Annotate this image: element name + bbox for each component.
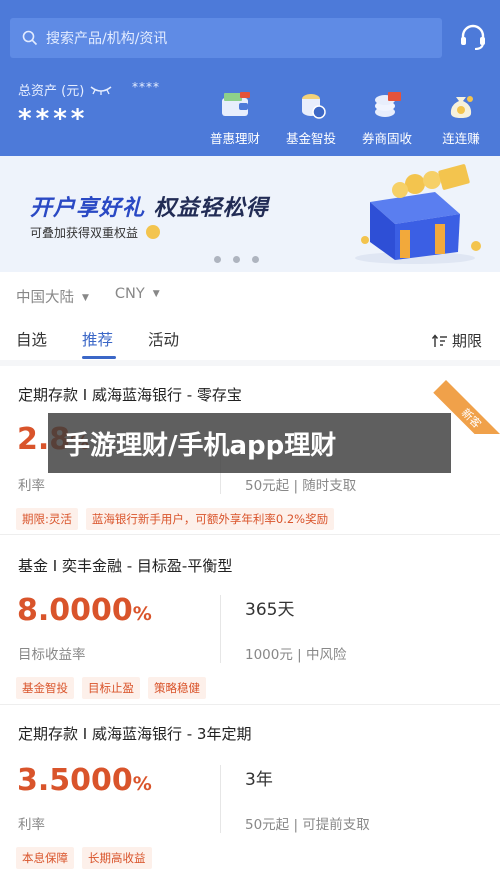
product-term: 365天	[245, 600, 295, 620]
product-meta: 1000元 | 中风险	[245, 647, 347, 663]
rate-label: 目标收益率	[18, 647, 86, 663]
product-rate: 3.5000%	[17, 763, 152, 798]
caret-down-icon: ▼	[82, 293, 89, 303]
quick-link-label: 普惠理财	[209, 131, 260, 146]
rate-value: 3.5000	[17, 763, 133, 798]
product-tag: 策略稳健	[148, 677, 206, 699]
product-tag: 长期高收益	[82, 847, 152, 869]
rate-suffix: %	[132, 773, 152, 795]
wallet-icon	[222, 92, 250, 116]
sort-icon	[431, 333, 447, 347]
rate-suffix: %	[132, 603, 152, 625]
product-meta: 50元起 | 可提前支取	[245, 817, 370, 833]
banner-subtitle: 可叠加获得双重权益	[30, 224, 160, 241]
tab-favorites[interactable]: 自选	[16, 328, 47, 350]
quick-link-label: 基金智投	[285, 131, 336, 146]
product-tag: 目标止盈	[82, 677, 140, 699]
search-icon	[22, 30, 38, 46]
carousel-dot[interactable]	[214, 256, 221, 263]
currency-filter-label: CNY	[114, 286, 145, 302]
carousel-dots[interactable]	[214, 256, 259, 263]
product-card[interactable]: 定期存款 I 威海蓝海银行 - 3年定期 3.5000% 利率 3年 50元起 …	[0, 705, 500, 888]
total-assets-label: 总资产 (元)	[18, 80, 112, 99]
product-tag: 期限:灵活	[16, 508, 78, 530]
overlay-title-banner: 手游理财/手机app理财	[48, 413, 451, 473]
carousel-dot[interactable]	[252, 256, 259, 263]
filter-bar: 中国大陆 ▼ CNY ▼	[16, 286, 160, 307]
region-filter-label: 中国大陆	[16, 290, 74, 306]
product-meta: 50元起 | 随时支取	[245, 478, 357, 494]
gift-box-illustration	[355, 164, 481, 264]
quick-link-broker[interactable]: 券商固收	[352, 90, 422, 147]
tab-recommended[interactable]: 推荐	[82, 328, 113, 350]
product-tag: 基金智投	[16, 677, 74, 699]
product-title: 定期存款 I 威海蓝海银行 - 零存宝	[18, 386, 242, 404]
carousel-dot[interactable]	[233, 256, 240, 263]
product-tags: 期限:灵活 蓝海银行新手用户，可额外享年利率0.2%奖励	[16, 508, 335, 530]
coupon-coins-icon	[375, 92, 401, 117]
total-assets-text: 总资产 (元)	[18, 84, 85, 99]
coins-stack-icon	[302, 94, 326, 119]
quick-link-lianlian[interactable]: 连连赚	[426, 90, 496, 147]
product-tag: 蓝海银行新手用户，可额外享年利率0.2%奖励	[85, 508, 335, 530]
quick-link-puhui[interactable]: 普惠理财	[200, 90, 270, 147]
quick-link-fund[interactable]: 基金智投	[276, 90, 346, 147]
rate-label: 利率	[18, 478, 45, 494]
total-assets-value: ****	[18, 104, 89, 134]
overlay-title: 手游理财/手机app理财	[64, 430, 337, 461]
eye-closed-icon[interactable]	[90, 85, 112, 95]
tab-activity[interactable]: 活动	[148, 328, 179, 350]
banner-title-part1: 开户享好礼	[30, 196, 146, 221]
active-tab-indicator	[82, 356, 116, 359]
column-divider	[220, 765, 221, 833]
product-tag: 本息保障	[16, 847, 74, 869]
product-term: 3年	[245, 770, 273, 790]
rate-value: 8.0000	[17, 593, 133, 628]
column-divider	[220, 595, 221, 663]
product-title: 定期存款 I 威海蓝海银行 - 3年定期	[18, 725, 252, 743]
currency-filter[interactable]: CNY ▼	[115, 286, 160, 307]
header: 搜索产品/机构/资讯 总资产 (元) **** **** 普惠理财 基金智投 券…	[0, 0, 500, 156]
quick-link-label: 券商固收	[361, 131, 412, 146]
product-tags: 本息保障 长期高收益	[16, 847, 152, 869]
customer-service-icon[interactable]	[458, 22, 488, 52]
term-sort-label: 期限	[451, 332, 482, 350]
term-sort-button[interactable]: 期限	[431, 330, 482, 351]
product-title: 基金 I 奕丰金融 - 目标盈-平衡型	[18, 557, 233, 575]
corner-badge-text: 新客	[458, 406, 484, 431]
quick-link-label: 连连赚	[442, 131, 480, 146]
banner-title: 开户享好礼 权益轻松得	[30, 190, 269, 222]
caret-down-icon: ▼	[152, 289, 160, 299]
product-card[interactable]: 基金 I 奕丰金融 - 目标盈-平衡型 8.0000% 目标收益率 365天 1…	[0, 535, 500, 703]
money-bag-icon	[450, 96, 473, 118]
region-filter[interactable]: 中国大陆 ▼	[16, 286, 89, 307]
banner-subtitle-text: 可叠加获得双重权益	[30, 226, 139, 240]
rate-label: 利率	[18, 817, 45, 833]
product-rate: 8.0000%	[17, 593, 152, 628]
search-bar[interactable]: 搜索产品/机构/资讯	[10, 18, 442, 58]
assets-mask-small: ****	[132, 80, 160, 94]
coin-icon	[145, 225, 160, 239]
product-tags: 基金智投 目标止盈 策略稳健	[16, 677, 206, 699]
banner-title-part2: 权益轻松得	[153, 196, 269, 221]
search-placeholder: 搜索产品/机构/资讯	[46, 31, 168, 47]
